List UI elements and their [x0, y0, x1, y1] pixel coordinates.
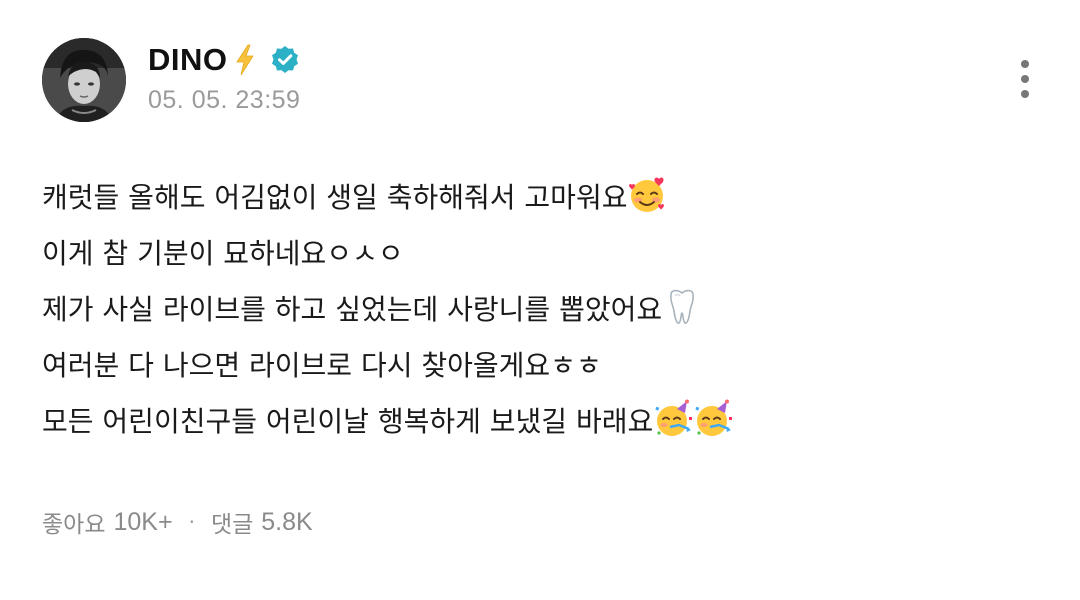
post-stats: 좋아요 10K+ · 댓글 5.8K: [42, 502, 313, 542]
author-row: DINO: [148, 38, 300, 82]
post-line: 이게 참 기분이 묘하네요ㅇㅅㅇ: [42, 226, 1042, 282]
post-line-text: 캐럿들 올해도 어김없이 생일 축하해줘서 고마워요: [42, 181, 628, 214]
avatar[interactable]: [42, 38, 126, 122]
smiling-face-with-hearts-icon: [627, 175, 667, 215]
tooth-icon: [662, 287, 702, 327]
lightning-icon: [234, 44, 256, 76]
verified-icon: [270, 45, 300, 75]
post-line: 제가 사실 라이브를 하고 싶었는데 사랑니를 뽑았어요: [42, 282, 1042, 338]
avatar-image: [42, 38, 126, 122]
comments-count[interactable]: 5.8K: [261, 508, 312, 537]
likes-label[interactable]: 좋아요: [42, 505, 105, 539]
post-line-text: 제가 사실 라이브를 하고 싶었는데 사랑니를 뽑았어요: [42, 293, 663, 326]
post-time: 05. 05. 23:59: [148, 86, 301, 114]
post-line-text: 모든 어린이친구들 어린이날 행복하게 보냈길 바래요: [42, 405, 654, 438]
more-dot-icon: [1021, 60, 1029, 68]
more-dot-icon: [1021, 75, 1029, 83]
post-line-text: 여러분 다 나으면 라이브로 다시 찾아올게요ㅎㅎ: [42, 349, 602, 382]
post-line: 모든 어린이친구들 어린이날 행복하게 보냈길 바래요: [42, 394, 1042, 450]
partying-face-icon: [693, 399, 733, 439]
comments-label[interactable]: 댓글: [211, 505, 253, 539]
post-line-text: 이게 참 기분이 묘하네요ㅇㅅㅇ: [42, 237, 404, 270]
post-body: 캐럿들 올해도 어김없이 생일 축하해줘서 고마워요 이게 참 기분이 묘하네요…: [42, 170, 1042, 450]
post-line: 캐럿들 올해도 어김없이 생일 축하해줘서 고마워요: [42, 170, 1042, 226]
post-card: DINO 05. 05. 23:59 캐럿들 올해도 어김없이 생일 축하해줘서…: [0, 0, 1080, 600]
likes-count[interactable]: 10K+: [113, 508, 172, 537]
more-options-button[interactable]: [1008, 56, 1042, 102]
post-line: 여러분 다 나으면 라이브로 다시 찾아올게요ㅎㅎ: [42, 338, 1042, 394]
author-name[interactable]: DINO: [148, 42, 228, 78]
more-dot-icon: [1021, 90, 1029, 98]
partying-face-icon: [653, 399, 693, 439]
stats-separator: ·: [188, 510, 195, 534]
